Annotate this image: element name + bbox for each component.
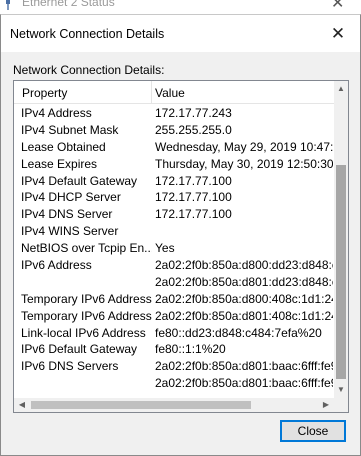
value-cell: fe80::1:1%20	[155, 342, 226, 357]
horizontal-scroll-thumb[interactable]	[31, 401, 251, 409]
property-cell: IPv4 Address	[21, 106, 92, 120]
property-cell: Temporary IPv6 Address	[21, 291, 152, 306]
table-row[interactable]: 2a02:2f0b:850a:d801:baac:6fff:fe90:d	[14, 374, 334, 391]
table-row[interactable]: IPv4 DHCP Server 172.17.77.100	[14, 188, 334, 205]
network-adapter-icon	[6, 0, 10, 10]
table-row[interactable]: IPv4 Subnet Mask 255.255.255.0	[14, 121, 334, 138]
table-row[interactable]: NetBIOS over Tcpip En... Yes	[14, 239, 334, 256]
property-cell: IPv4 DNS Server	[21, 207, 113, 222]
property-cell: IPv6 Address	[21, 258, 92, 273]
property-cell: Lease Obtained	[21, 139, 106, 154]
property-cell: IPv4 Subnet Mask	[21, 122, 119, 137]
table-row[interactable]: IPv4 WINS Server	[14, 222, 334, 239]
table-row[interactable]: Temporary IPv6 Address 2a02:2f0b:850a:d80…	[14, 307, 334, 324]
property-cell: IPv4 WINS Server	[21, 224, 119, 239]
scroll-right-arrow-icon[interactable]: ▶	[318, 398, 334, 412]
column-header-value[interactable]: Value	[155, 86, 185, 100]
value-cell: Thursday, May 30, 2019 12:50:30 AM	[155, 156, 333, 171]
details-rows: IPv4 Address 172.17.77.243 IPv4 Subnet Ma…	[14, 104, 334, 401]
parent-close-icon[interactable]: ✕	[331, 0, 344, 13]
scroll-left-arrow-icon[interactable]: ◀	[14, 398, 30, 412]
value-cell: 172.17.77.100	[155, 207, 232, 222]
value-cell: Yes	[155, 241, 175, 256]
scrollbar-corner	[334, 398, 348, 412]
column-divider[interactable]	[151, 81, 152, 103]
details-list-view[interactable]: Property Value IPv4 Address 172.17.77.243…	[13, 80, 349, 413]
value-cell: 2a02:2f0b:850a:d800:dd23:d848:c484	[155, 258, 333, 273]
property-cell: IPv4 Default Gateway	[21, 173, 138, 188]
property-cell: NetBIOS over Tcpip En...	[21, 241, 152, 256]
value-cell: 172.17.77.243	[155, 106, 232, 120]
table-row[interactable]: IPv6 Address 2a02:2f0b:850a:d800:dd23:d84…	[14, 256, 334, 273]
table-row[interactable]: 2a02:2f0b:850a:d801:dd23:d848:c484	[14, 273, 334, 290]
table-row[interactable]: IPv6 DNS Servers 2a02:2f0b:850a:d801:baac…	[14, 357, 334, 374]
scroll-up-arrow-icon[interactable]: ▲	[334, 81, 348, 97]
table-row[interactable]: Lease Expires Thursday, May 30, 2019 12:5…	[14, 155, 334, 172]
value-cell: 2a02:2f0b:850a:d801:baac:6fff:fe90:d	[155, 376, 333, 391]
property-cell: IPv4 DHCP Server	[21, 190, 121, 205]
value-cell: Wednesday, May 29, 2019 10:47:41 PM	[155, 139, 333, 154]
property-cell: Link-local IPv6 Address	[21, 325, 146, 340]
table-row[interactable]: Lease Obtained Wednesday, May 29, 2019 10…	[14, 138, 334, 155]
dialog-title: Network Connection Details	[10, 27, 165, 41]
property-cell: Lease Expires	[21, 156, 98, 171]
close-button[interactable]: Close	[280, 420, 346, 442]
table-row[interactable]: IPv4 DNS Server 172.17.77.100	[14, 205, 334, 222]
table-row[interactable]: IPv4 Default Gateway 172.17.77.100	[14, 172, 334, 189]
value-cell: 172.17.77.100	[155, 190, 232, 205]
horizontal-scrollbar[interactable]: ◀ ▶	[14, 398, 334, 412]
value-cell: fe80::dd23:d848:c484:7efa%20	[155, 325, 322, 340]
property-cell: Temporary IPv6 Address	[21, 308, 152, 323]
value-cell: 255.255.255.0	[155, 122, 232, 137]
value-cell: 2a02:2f0b:850a:d801:408c:1d1:24f1:6	[155, 308, 333, 323]
network-connection-details-dialog: Network Connection Details ✕ Network Con…	[0, 14, 361, 456]
table-row[interactable]: Link-local IPv6 Address fe80::dd23:d848:c…	[14, 324, 334, 341]
scroll-down-arrow-icon[interactable]: ▼	[334, 382, 348, 398]
parent-window-titlebar: Ethernet 2 Status ✕	[0, 0, 361, 14]
table-row[interactable]: Temporary IPv6 Address 2a02:2f0b:850a:d80…	[14, 290, 334, 307]
value-cell: 172.17.77.100	[155, 173, 232, 188]
table-row[interactable]: IPv6 Default Gateway fe80::1:1%20	[14, 340, 334, 357]
details-section-label: Network Connection Details:	[13, 63, 165, 77]
value-cell: 2a02:2f0b:850a:d800:408c:1d1:24f1:6	[155, 291, 333, 306]
table-row[interactable]: IPv4 Address 172.17.77.243	[14, 104, 334, 121]
value-cell: 2a02:2f0b:850a:d801:dd23:d848:c484	[155, 274, 333, 289]
vertical-scrollbar[interactable]: ▲ ▼	[334, 81, 348, 398]
list-header: Property Value	[14, 81, 334, 104]
value-cell: 2a02:2f0b:850a:d801:baac:6fff:fe90:d	[155, 359, 333, 374]
vertical-scroll-thumb[interactable]	[336, 165, 346, 379]
column-header-property[interactable]: Property	[22, 86, 67, 100]
dialog-titlebar: Network Connection Details ✕	[1, 15, 360, 52]
close-icon[interactable]: ✕	[325, 23, 351, 45]
property-cell: IPv6 Default Gateway	[21, 342, 138, 357]
parent-window-title: Ethernet 2 Status	[22, 0, 115, 9]
property-cell: IPv6 DNS Servers	[21, 359, 119, 374]
